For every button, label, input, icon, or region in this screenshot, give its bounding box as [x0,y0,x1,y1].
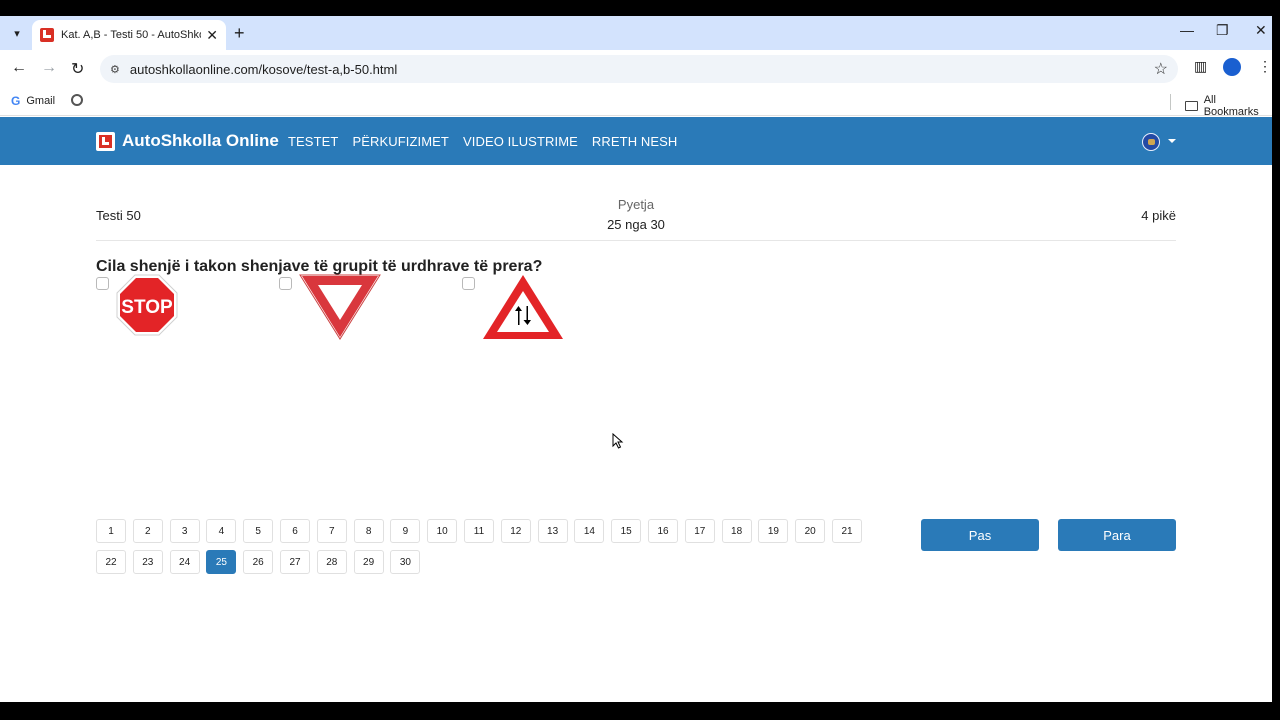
side-panel-icon[interactable]: ▥ [1194,58,1207,75]
page-2-button[interactable]: 2 [132,519,163,543]
answer-checkbox[interactable] [462,277,475,290]
site-favicon-icon [40,28,54,42]
back-icon[interactable]: ← [11,59,27,77]
page-3-button[interactable]: 3 [169,519,200,543]
next-question-button[interactable]: Para [1058,519,1176,551]
page-21-button[interactable]: 21 [832,519,862,543]
page-25-button[interactable]: 25 [206,550,237,574]
page-20-button[interactable]: 20 [795,519,826,543]
page-17-button[interactable]: 17 [684,519,715,543]
page-28-button[interactable]: 28 [316,550,347,574]
tab-strip: ▾ Kat. A,B - Testi 50 - AutoShkolla Onli… [0,16,1272,50]
bookmark-globe[interactable] [71,94,83,106]
mouse-cursor-icon [612,433,624,449]
bookmark-label: Gmail [26,95,56,107]
menu-item-testet[interactable]: TESTET [288,134,338,149]
site-info-icon[interactable]: ⚙ [110,63,120,76]
all-bookmarks-button[interactable]: All Bookmarks [1185,94,1272,118]
answer-checkbox[interactable] [96,277,109,290]
page-26-button[interactable]: 26 [243,550,274,574]
question-label: Pyetja [617,197,655,212]
address-bar[interactable]: ⚙ autoshkollaonline.com/kosove/test-a,b-… [100,55,1178,83]
page-7-button[interactable]: 7 [316,519,347,543]
reload-icon[interactable]: ↻ [71,59,84,79]
answer-checkbox[interactable] [279,277,292,290]
site-navbar: AutoShkolla Online TESTET PËRKUFIZIMET V… [0,117,1272,165]
page-6-button[interactable]: 6 [280,519,310,543]
page-14-button[interactable]: 14 [574,519,605,543]
minimize-icon[interactable]: — [1180,22,1194,38]
menu-item-perkufizimet[interactable]: PËRKUFIZIMET [352,134,449,149]
menu-item-video-ilustrime[interactable]: VIDEO ILUSTRIME [463,134,578,149]
url-text[interactable]: autoshkollaonline.com/kosove/test-a,b-50… [130,62,397,77]
close-tab-icon[interactable]: ✕ [206,27,218,44]
tab-active[interactable]: Kat. A,B - Testi 50 - AutoShkolla Online… [32,20,226,50]
stop-sign-text: STOP [121,297,173,318]
all-bookmarks-label: All Bookmarks [1203,94,1259,118]
page-30-button[interactable]: 30 [390,550,421,574]
page-13-button[interactable]: 13 [537,519,568,543]
main-menu: TESTET PËRKUFIZIMET VIDEO ILUSTRIME RRET… [288,134,677,149]
previous-question-button[interactable]: Pas [921,519,1039,551]
folder-icon [1185,101,1198,111]
close-window-icon[interactable]: ✕ [1255,22,1267,39]
page-9-button[interactable]: 9 [390,519,421,543]
page-19-button[interactable]: 19 [758,519,789,543]
brand-name: AutoShkolla Online [122,131,279,150]
language-caret-icon[interactable] [1168,139,1176,143]
page-11-button[interactable]: 11 [464,519,494,543]
page-29-button[interactable]: 29 [353,550,384,574]
two-way-traffic-warning-sign-icon[interactable] [481,273,565,341]
page-16-button[interactable]: 16 [648,519,678,543]
answer-option-3[interactable] [462,273,565,341]
yield-sign-icon[interactable] [298,273,382,341]
bookmark-gmail[interactable]: G Gmail [11,94,55,108]
question-points: 4 pikë [1141,208,1176,223]
page-10-button[interactable]: 10 [427,519,458,543]
browser-toolbar: ← → ↻ ⚙ autoshkollaonline.com/kosove/tes… [0,50,1272,88]
page-12-button[interactable]: 12 [500,519,531,543]
tab-search-icon[interactable]: ▾ [6,22,28,44]
google-icon: G [11,94,21,108]
site-brand[interactable]: AutoShkolla Online [96,131,279,151]
kosovo-flag-icon[interactable] [1142,133,1160,151]
restore-icon[interactable]: ❐ [1216,22,1229,39]
bookmarks-divider [1170,94,1171,110]
page-1-button[interactable]: 1 [96,519,126,543]
page-15-button[interactable]: 15 [611,519,642,543]
page-4-button[interactable]: 4 [206,519,237,543]
quiz-info-row: Testi 50 Pyetja 25 nga 30 4 pikë [96,181,1176,241]
page-23-button[interactable]: 23 [132,550,163,574]
forward-icon[interactable]: → [41,59,57,77]
browser-window: ▾ Kat. A,B - Testi 50 - AutoShkolla Onli… [0,16,1272,702]
bookmark-star-icon[interactable]: ☆ [1154,59,1168,79]
answer-option-1[interactable]: STOP [96,273,179,337]
bookmarks-bar: G Gmail All Bookmarks [0,88,1272,118]
page-24-button[interactable]: 24 [169,550,200,574]
menu-item-rreth-nesh[interactable]: RRETH NESH [592,134,678,149]
new-tab-icon[interactable]: + [234,23,245,43]
globe-icon [71,94,83,106]
page-8-button[interactable]: 8 [353,519,384,543]
answer-option-2[interactable] [279,273,382,341]
page-22-button[interactable]: 22 [96,550,126,574]
profile-avatar-icon[interactable] [1223,58,1241,76]
page-18-button[interactable]: 18 [721,519,752,543]
tab-title: Kat. A,B - Testi 50 - AutoShkolla Online [61,29,201,41]
page-27-button[interactable]: 27 [280,550,310,574]
question-count: 25 nga 30 [607,217,665,232]
brand-logo-icon [96,131,115,151]
web-page: AutoShkolla Online TESTET PËRKUFIZIMET V… [0,117,1272,702]
page-5-button[interactable]: 5 [243,519,274,543]
menu-kebab-icon[interactable]: ⋮ [1258,58,1272,75]
stop-sign-icon[interactable]: STOP [115,273,179,337]
